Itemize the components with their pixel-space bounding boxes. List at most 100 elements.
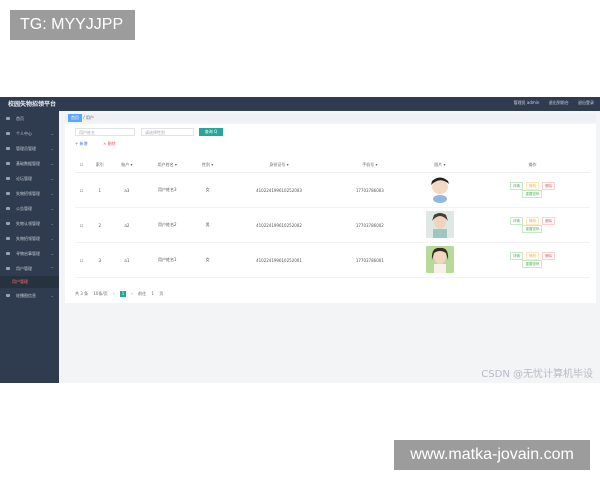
sidebar-item-notice[interactable]: 公告管理 ⌄ [0,201,59,216]
sidebar-item-label: 个人中心 [16,131,32,136]
select-all-checkbox[interactable]: ☐ [75,157,89,173]
cell-gender: 女 [192,242,224,278]
cell-gender: 男 [192,207,224,243]
row-checkbox[interactable]: ☐ [75,172,89,208]
menu-icon [6,162,10,165]
csdn-watermark: CSDN @无忧计算机毕设 [481,369,593,380]
col-index: 索引 [88,157,112,173]
cell-actions: 详情 修改 删除 重置密码 [474,172,590,208]
sidebar-item-seeking[interactable]: 寻物启事管理 ⌄ [0,246,59,261]
row-delete-button[interactable]: 删除 [542,217,556,225]
chevron-down-icon: ⌄ [50,146,54,151]
breadcrumb-current: 用户 [85,115,94,120]
col-account[interactable]: 账户 ▾ [111,157,143,173]
goto-frontend-link[interactable]: 退出到前台 [549,100,569,105]
col-actions: 操作 [474,157,590,173]
sidebar-item-home[interactable]: 首页 [0,111,59,126]
sidebar-item-lostfound[interactable]: 失物招领管理 ⌄ [0,186,59,201]
view-button[interactable]: 详情 [509,182,523,190]
search-input[interactable]: 用户姓名 [75,128,135,136]
menu-icon [6,207,10,210]
menu-icon [6,294,10,297]
pager-goto-input[interactable]: 1 [151,291,154,296]
edit-button[interactable]: 修改 [525,252,539,260]
sidebar-item-lostfound-2[interactable]: 失物招领管理 ⌄ [0,231,59,246]
table-header-row: ☐ 索引 账户 ▾ 用户姓名 ▾ 性别 ▾ 身份证号 ▾ 手机号 ▾ 照片 ▾ … [75,157,590,173]
edit-button[interactable]: 修改 [525,217,539,225]
sidebar-subitem-users[interactable]: 用户管理 [0,276,59,288]
pager-current-page[interactable]: 1 [119,291,126,297]
menu-icon [6,177,10,180]
avatar [425,246,454,273]
menu-icon [6,222,10,225]
cell-phone: 17703786002 [334,207,405,243]
sidebar-item-claim[interactable]: 失物认领管理 ⌄ [0,216,59,231]
cell-name: 用户姓名3 [142,172,193,208]
col-name[interactable]: 用户姓名 ▾ [142,157,193,173]
pager-next[interactable]: › [131,291,133,296]
cell-name: 用户姓名1 [142,242,193,278]
cell-index: 2 [88,207,112,243]
chevron-down-icon: ⌄ [50,236,54,241]
chevron-down-icon: ⌄ [50,131,54,136]
sidebar-item-profile[interactable]: 个人中心 ⌄ [0,126,59,141]
sidebar-item-basedata[interactable]: 基础数据管理 ⌄ [0,156,59,171]
cell-account: a2 [111,207,143,243]
logout-link[interactable]: 退出登录 [578,100,594,105]
cell-idcard: 410224199610252002 [223,207,335,243]
row-delete-button[interactable]: 删除 [542,252,556,260]
col-idcard[interactable]: 身份证号 ▾ [223,157,335,173]
menu-icon [6,252,10,255]
sidebar-item-label: 轮播图信息 [16,293,36,298]
admin-app: 校园失物招领平台 管理员 admin 退出到前台 退出登录 首页 个人中心 ⌄ 管… [0,97,600,383]
reset-password-button[interactable]: 重置密码 [522,190,543,198]
delete-button[interactable]: × 删除 [103,141,116,147]
sidebar-item-label: 公告管理 [16,206,32,211]
menu-icon [6,192,10,195]
sidebar-item-label: 失物招领管理 [16,236,40,241]
top-bar: 校园失物招领平台 管理员 admin 退出到前台 退出登录 [0,97,600,111]
query-button[interactable]: 查询 Q [199,128,223,136]
table-row: ☐ 1 a3 用户姓名3 女 410224199610252003 177037… [75,172,590,208]
cell-index: 1 [88,172,112,208]
sidebar-item-label: 论坛管理 [16,176,32,181]
cell-index: 3 [88,242,112,278]
row-checkbox[interactable]: ☐ [75,207,89,243]
menu-icon [6,147,10,150]
home-icon [6,117,10,120]
reset-password-button[interactable]: 重置密码 [522,225,543,233]
sidebar-item-label: 用户管理 [16,266,32,271]
view-button[interactable]: 详情 [509,217,523,225]
table-row: ☐ 3 a1 用户姓名1 女 410224199610252001 177037… [75,242,590,278]
row-checkbox[interactable]: ☐ [75,242,89,278]
chevron-up-icon: ⌃ [50,266,54,271]
sidebar-item-label: 失物认领管理 [16,221,40,226]
gender-select[interactable]: 请选择性别 [141,128,194,136]
sidebar-item-forum[interactable]: 论坛管理 ⌄ [0,171,59,186]
breadcrumb: 首页 / 用户 [65,114,596,122]
pager-size-select[interactable]: 10条/页 [93,291,107,296]
pager-prev[interactable]: ‹ [113,291,115,296]
top-links: 管理员 admin 退出到前台 退出登录 [506,100,594,106]
edit-button[interactable]: 修改 [525,182,539,190]
sidebar-item-label: 首页 [16,116,24,121]
sidebar-item-admins[interactable]: 管理员管理 ⌄ [0,141,59,156]
col-phone[interactable]: 手机号 ▾ [334,157,405,173]
col-photo[interactable]: 照片 ▾ [404,157,475,173]
sidebar-item-carousel[interactable]: 轮播图信息 ⌄ [0,288,59,303]
chevron-down-icon: ⌄ [50,191,54,196]
avatar [425,176,454,203]
cell-name: 用户姓名2 [142,207,193,243]
breadcrumb-home[interactable]: 首页 [68,114,82,122]
chevron-down-icon: ⌄ [50,293,54,298]
sidebar-item-users[interactable]: 用户管理 ⌃ [0,261,59,276]
chevron-down-icon: ⌄ [50,206,54,211]
view-button[interactable]: 详情 [509,252,523,260]
row-delete-button[interactable]: 删除 [542,182,556,190]
cell-account: a3 [111,172,143,208]
reset-password-button[interactable]: 重置密码 [522,260,543,268]
chevron-down-icon: ⌄ [50,161,54,166]
cell-gender: 女 [192,172,224,208]
add-button[interactable]: + 新增 [75,141,88,147]
col-gender[interactable]: 性别 ▾ [192,157,224,173]
